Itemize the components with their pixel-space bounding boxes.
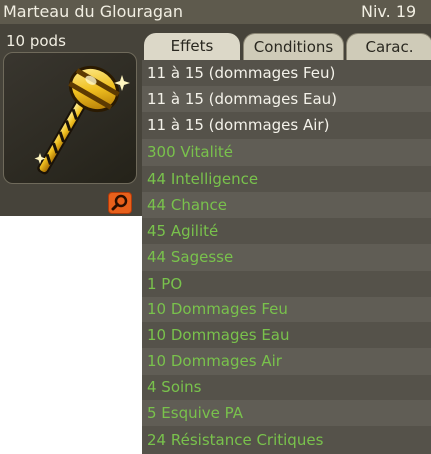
effect-row: 300 Vitalité [142, 139, 431, 166]
effect-row: 45 Agilité [142, 218, 431, 244]
tab-conditions[interactable]: Conditions [243, 33, 344, 61]
item-name: Marteau du Glouragan [3, 2, 183, 21]
golden-hammer-icon [34, 65, 130, 175]
effect-row: 1 PO [142, 271, 431, 297]
effect-row: 5 Esquive PA [142, 400, 431, 426]
tab-effets[interactable]: Effets [144, 33, 240, 60]
effect-row: 10 Dommages Feu [142, 297, 431, 322]
effect-row: 44 Chance [142, 192, 431, 218]
item-level: Niv. 19 [361, 2, 417, 21]
zoom-button[interactable] [108, 192, 132, 214]
effect-row: 4 Soins [142, 375, 431, 400]
magnifier-icon [111, 194, 128, 211]
effect-row: 44 Sagesse [142, 244, 431, 271]
item-weight: 10 pods [6, 32, 66, 50]
effect-row: 44 Intelligence [142, 166, 431, 192]
tab-caracteristiques[interactable]: Carac. [346, 33, 431, 61]
effect-row: 11 à 15 (dommages Feu) [142, 60, 431, 86]
effect-row: 10 Dommages Eau [142, 322, 431, 348]
effect-row: 10 Dommages Air [142, 348, 431, 375]
effect-row: 11 à 15 (dommages Air) [142, 112, 431, 139]
item-title-bar: Marteau du Glouragan Niv. 19 [0, 0, 431, 24]
tab-bar: Effets Conditions Carac. [142, 24, 431, 61]
item-icon-frame [3, 52, 137, 184]
effects-list: 11 à 15 (dommages Feu) 11 à 15 (dommages … [142, 60, 431, 454]
effect-row: 11 à 15 (dommages Eau) [142, 86, 431, 112]
item-preview-panel: 10 pods [0, 24, 142, 216]
effect-row: 24 Résistance Critiques [142, 426, 431, 454]
